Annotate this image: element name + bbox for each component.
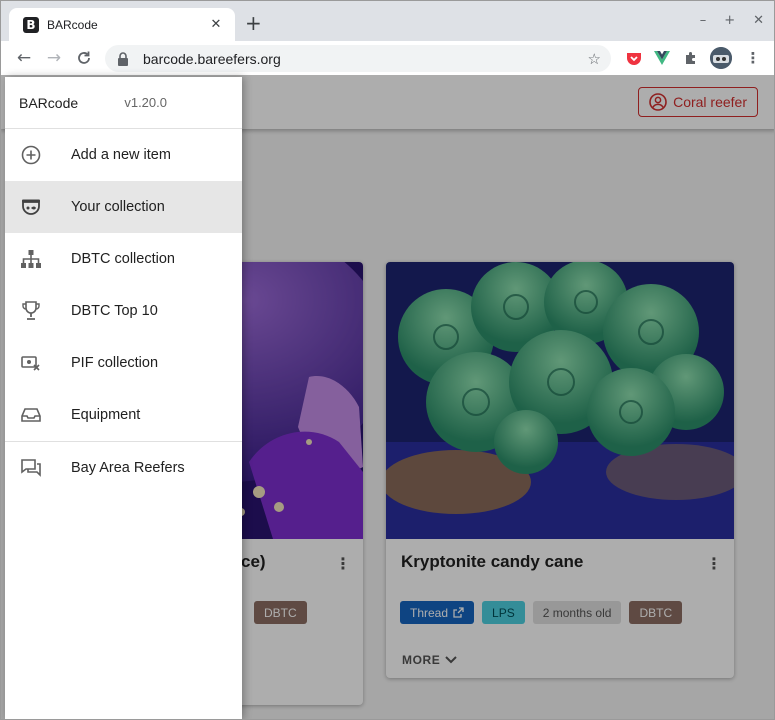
menu-item-bay-area-reefers[interactable]: Bay Area Reefers	[5, 442, 242, 494]
minimize-icon[interactable]: –	[700, 13, 707, 28]
browser-tab[interactable]: B BARcode ✕	[9, 8, 235, 41]
forum-icon	[21, 458, 41, 478]
tab-strip: B BARcode ✕ + – + ✕	[1, 1, 774, 41]
money-off-icon	[21, 353, 41, 373]
address-bar[interactable]: barcode.bareefers.org ☆	[105, 45, 611, 72]
add-circle-icon	[21, 145, 41, 165]
back-icon[interactable]: ←	[9, 43, 39, 73]
menu-item-pif-collection[interactable]: PIF collection	[5, 337, 242, 389]
tab-close-icon[interactable]: ✕	[207, 17, 225, 32]
barcode-favicon-icon: B	[23, 16, 39, 33]
window-controls: – + ✕	[700, 13, 764, 28]
extensions-icon[interactable]	[682, 49, 700, 67]
browser-toolbar: ← → barcode.bareefers.org ☆ ⋮	[1, 41, 774, 75]
menu-item-add-new-item[interactable]: Add a new item	[5, 129, 242, 181]
menu-icon[interactable]: ⋮	[744, 49, 762, 67]
trophy-icon	[21, 301, 41, 321]
star-icon[interactable]: ☆	[588, 50, 601, 68]
menu-item-equipment[interactable]: Equipment	[5, 389, 242, 441]
url-text: barcode.bareefers.org	[143, 50, 281, 67]
close-window-icon[interactable]: ✕	[753, 13, 764, 28]
vue-devtools-icon[interactable]	[653, 49, 671, 67]
maximize-icon[interactable]: +	[724, 13, 735, 28]
hierarchy-icon	[21, 249, 41, 269]
lock-icon[interactable]	[115, 51, 131, 67]
fish-tank-icon	[21, 197, 41, 217]
inbox-tray-icon	[21, 405, 41, 425]
menu-item-label: PIF collection	[71, 355, 159, 371]
navigation-drawer: BARcode v1.20.0 Add a new item Your coll…	[5, 77, 242, 719]
menu-item-label: Bay Area Reefers	[71, 460, 185, 476]
tab-title: BARcode	[47, 17, 98, 32]
forward-icon[interactable]: →	[39, 43, 69, 73]
menu-item-label: Equipment	[71, 407, 141, 423]
menu-item-label: Add a new item	[71, 147, 171, 163]
drawer-header: BARcode v1.20.0	[5, 77, 242, 129]
menu-item-dbtc-collection[interactable]: DBTC collection	[5, 233, 242, 285]
menu-item-label: Your collection	[71, 199, 165, 215]
menu-item-your-collection[interactable]: Your collection	[5, 181, 242, 233]
app-name: BARcode	[19, 94, 79, 111]
browser-window: B BARcode ✕ + – + ✕ ← → barcode.bareefer…	[0, 0, 775, 720]
pocket-icon[interactable]	[625, 49, 643, 67]
menu-item-dbtc-top-10[interactable]: DBTC Top 10	[5, 285, 242, 337]
menu-item-label: DBTC Top 10	[71, 303, 158, 319]
profile-avatar[interactable]	[710, 47, 732, 69]
reload-icon[interactable]	[69, 43, 99, 73]
app-version: v1.20.0	[124, 95, 167, 110]
menu-item-label: DBTC collection	[71, 251, 175, 267]
new-tab-icon[interactable]: +	[245, 13, 262, 33]
